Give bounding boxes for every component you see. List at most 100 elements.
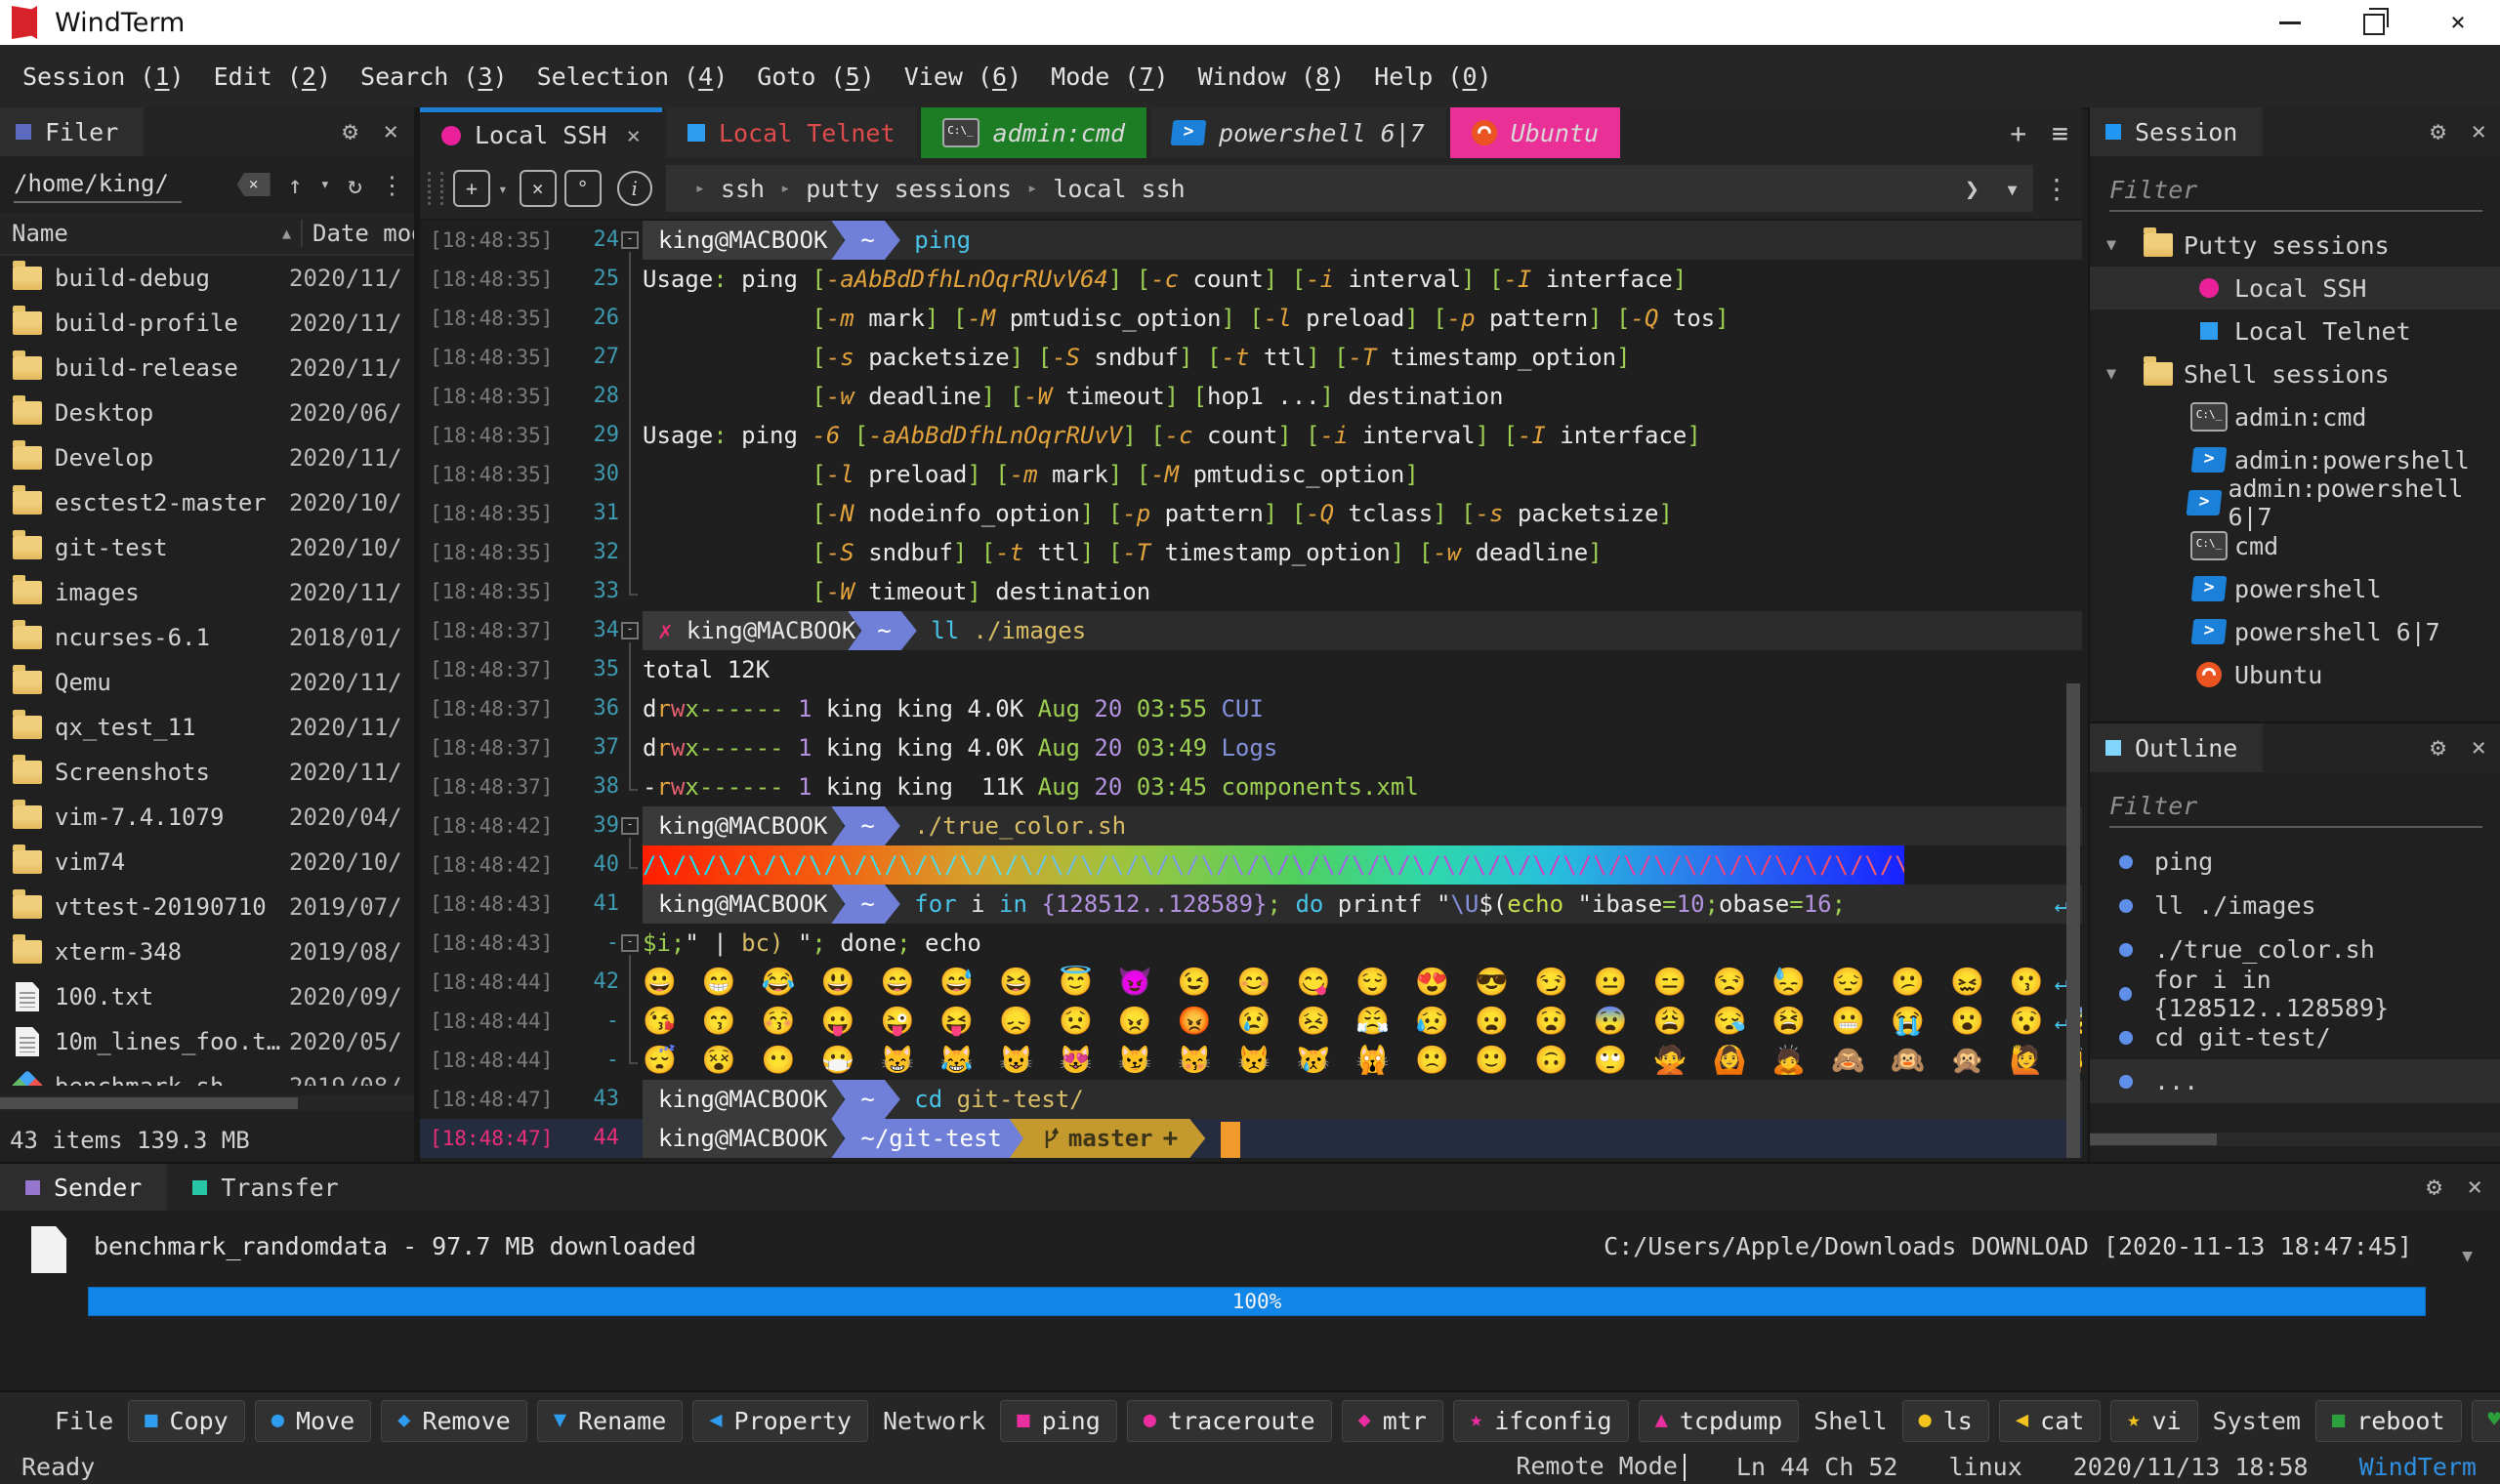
filer-more-icon[interactable]: ⋮ bbox=[380, 171, 404, 199]
filer-settings-icon[interactable]: ⚙ bbox=[343, 117, 358, 146]
tab-powershell-6-7[interactable]: > powershell 6|7 bbox=[1150, 107, 1446, 158]
cat-button[interactable]: ◀ cat bbox=[1998, 1399, 2102, 1442]
new-session-dropdown-icon[interactable]: ▾ bbox=[498, 180, 508, 198]
property-button[interactable]: ◀ Property bbox=[692, 1399, 868, 1442]
column-date-modified[interactable]: Date mod bbox=[301, 220, 414, 247]
close-session-icon[interactable]: × bbox=[519, 170, 557, 207]
file-row-git-test[interactable]: git-test 2020/10/ bbox=[0, 525, 414, 570]
file-row-build-profile[interactable]: build-profile 2020/11/ bbox=[0, 301, 414, 346]
rename-button[interactable]: ▼ Rename bbox=[536, 1399, 684, 1442]
filer-tab[interactable]: Filer bbox=[0, 107, 145, 156]
history-dropdown-icon[interactable]: ▾ bbox=[2005, 175, 2020, 203]
status-os[interactable]: linux bbox=[1948, 1453, 2021, 1481]
path-dropdown-icon[interactable]: ▾ bbox=[320, 175, 330, 194]
fold-marker[interactable]: - bbox=[619, 221, 643, 260]
session-item-local-ssh[interactable]: Local SSH bbox=[2090, 267, 2500, 309]
breadcrumb-local-ssh[interactable]: local ssh bbox=[1053, 175, 1185, 203]
breadcrumb-ssh[interactable]: ssh bbox=[721, 175, 765, 203]
outline-item-ping[interactable]: ping bbox=[2090, 840, 2500, 884]
file-row-images[interactable]: images 2020/11/ bbox=[0, 570, 414, 615]
menu-session[interactable]: Session (1) bbox=[8, 62, 199, 91]
session-item-powershell-6-7[interactable]: > powershell 6|7 bbox=[2090, 610, 2500, 653]
tab-local-telnet[interactable]: Local Telnet bbox=[665, 107, 917, 158]
ping-button[interactable]: ■ ping bbox=[1000, 1399, 1117, 1442]
vi-button[interactable]: ★ vi bbox=[2110, 1399, 2198, 1442]
column-name[interactable]: Name ▲ bbox=[0, 220, 301, 247]
path-input[interactable] bbox=[14, 166, 182, 203]
session-item-admin-cmd[interactable]: C:\_ admin:cmd bbox=[2090, 395, 2500, 438]
traceroute-button[interactable]: ● traceroute bbox=[1126, 1399, 1332, 1442]
copy-button[interactable]: ■ Copy bbox=[128, 1399, 245, 1442]
filer-hscrollbar[interactable] bbox=[0, 1095, 414, 1111]
terminal-vscrollbar-thumb[interactable] bbox=[2066, 683, 2080, 1158]
file-row-desktop[interactable]: Desktop 2020/06/ bbox=[0, 391, 414, 435]
tab-local-ssh[interactable]: Local SSH × bbox=[420, 107, 662, 158]
session-item-powershell[interactable]: > powershell bbox=[2090, 567, 2500, 610]
fold-collapse-icon[interactable]: - bbox=[621, 934, 639, 952]
run-chevron-icon[interactable]: ❯ bbox=[1965, 175, 1979, 203]
file-row-10m-lines-foo-t[interactable]: 10m_lines_foo.t… 2020/05/ bbox=[0, 1019, 414, 1064]
menu-edit[interactable]: Edit (2) bbox=[199, 62, 346, 91]
tree-caret-icon[interactable]: ▼ bbox=[2090, 364, 2133, 384]
breadcrumb-putty-sessions[interactable]: putty sessions bbox=[806, 175, 1012, 203]
outline-close-icon[interactable]: × bbox=[2471, 733, 2486, 763]
close-button[interactable]: × bbox=[2416, 0, 2500, 45]
new-session-icon[interactable]: + bbox=[453, 170, 490, 207]
file-row-vim-7-4-1079[interactable]: vim-7.4.1079 2020/04/ bbox=[0, 795, 414, 840]
reboot-button[interactable]: ■ reboot bbox=[2314, 1399, 2462, 1442]
status-mode[interactable]: Remote Mode bbox=[1516, 1452, 1686, 1481]
fold-marker[interactable]: - bbox=[619, 806, 643, 845]
outline-hscrollbar[interactable] bbox=[2090, 1133, 2500, 1146]
outline-item-for-i-in-128512-128589[interactable]: for i in {128512..128589} bbox=[2090, 966, 2500, 1022]
tab-ubuntu[interactable]: Ubuntu bbox=[1449, 107, 1621, 158]
status-cursor-position[interactable]: Ln 44 Ch 52 bbox=[1736, 1453, 1898, 1481]
tcpdump-button[interactable]: ▲ tcpdump bbox=[1638, 1399, 1800, 1442]
outline-item-ll-images[interactable]: ll ./images bbox=[2090, 884, 2500, 928]
menu-goto[interactable]: Goto (5) bbox=[742, 62, 889, 91]
outline-filter-input[interactable] bbox=[2109, 786, 2482, 826]
file-row-qx-test-11[interactable]: qx_test_11 2020/11/ bbox=[0, 705, 414, 750]
session-item-ubuntu[interactable]: Ubuntu bbox=[2090, 653, 2500, 696]
terminal-vscrollbar[interactable] bbox=[2066, 221, 2080, 1158]
fold-collapse-icon[interactable]: - bbox=[621, 231, 639, 249]
mtr-button[interactable]: ◆ mtr bbox=[1341, 1399, 1443, 1442]
file-row-vttest-20190710[interactable]: vttest-20190710 2019/07/ bbox=[0, 885, 414, 929]
session-settings-icon[interactable]: ⚙ bbox=[2431, 117, 2446, 146]
transfer-settings-icon[interactable]: ⚙ bbox=[2427, 1173, 2442, 1202]
restore-button[interactable] bbox=[2332, 0, 2416, 45]
remove-button[interactable]: ◆ Remove bbox=[381, 1399, 527, 1442]
outline-settings-icon[interactable]: ⚙ bbox=[2431, 733, 2446, 763]
session-tab[interactable]: Session bbox=[2090, 107, 2264, 156]
session-item-local-telnet[interactable]: Local Telnet bbox=[2090, 309, 2500, 352]
up-directory-icon[interactable]: ↑ bbox=[288, 171, 303, 199]
toolbar-grip-handle[interactable] bbox=[428, 172, 443, 205]
outline-hscrollbar-thumb[interactable] bbox=[2090, 1134, 2217, 1145]
ifconfig-button[interactable]: ★ ifconfig bbox=[1452, 1399, 1629, 1442]
menu-search[interactable]: Search (3) bbox=[346, 62, 522, 91]
crontab-button[interactable]: ♥crontab bbox=[2471, 1399, 2500, 1442]
menu-mode[interactable]: Mode (7) bbox=[1036, 62, 1183, 91]
minimize-button[interactable] bbox=[2248, 0, 2332, 45]
file-row-ncurses-6-1[interactable]: ncurses-6.1 2018/01/ bbox=[0, 615, 414, 660]
transfer-tab-transfer[interactable]: Transfer bbox=[167, 1164, 363, 1211]
menu-help[interactable]: Help (0) bbox=[1359, 62, 1506, 91]
outline-item-ellipsis[interactable]: ... bbox=[2090, 1059, 2500, 1103]
toolbar-more-icon[interactable]: ⋮ bbox=[2043, 173, 2070, 205]
file-row-build-release[interactable]: build-release 2020/11/ bbox=[0, 346, 414, 391]
file-row-benchmark-sh[interactable]: benchmark.sh2019/08/ bbox=[0, 1064, 414, 1086]
transfer-tab-sender[interactable]: Sender bbox=[0, 1164, 168, 1211]
menu-window[interactable]: Window (8) bbox=[1184, 62, 1360, 91]
status-datetime[interactable]: 2020/11/13 18:58 bbox=[2073, 1453, 2309, 1481]
add-tab-icon[interactable]: + bbox=[2010, 117, 2026, 149]
transfer-close-icon[interactable]: × bbox=[2467, 1173, 2482, 1202]
ls-button[interactable]: ● ls bbox=[1901, 1399, 1989, 1442]
session-item-admin-powershell-6-7[interactable]: > admin:powershell 6|7 bbox=[2090, 474, 2500, 531]
session-close-icon[interactable]: × bbox=[2471, 117, 2486, 146]
file-row-xterm-348[interactable]: xterm-348 2019/08/ bbox=[0, 929, 414, 974]
detach-session-icon[interactable]: ° bbox=[563, 170, 602, 207]
fold-collapse-icon[interactable]: - bbox=[621, 817, 639, 835]
clear-path-icon[interactable]: × bbox=[236, 173, 271, 196]
tree-caret-icon[interactable]: ▼ bbox=[2090, 235, 2133, 255]
session-filter-input[interactable] bbox=[2109, 170, 2482, 210]
move-button[interactable]: ● Move bbox=[254, 1399, 372, 1442]
